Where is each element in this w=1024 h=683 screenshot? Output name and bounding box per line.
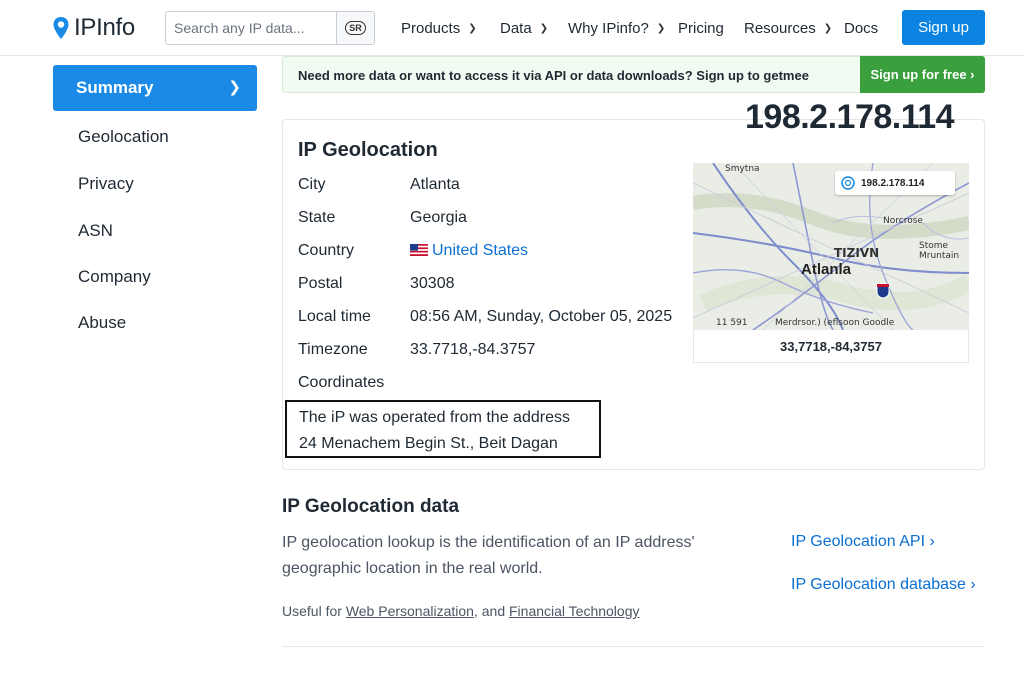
map-coordinates-caption: 33,7718,-84,3757 (693, 330, 969, 363)
useful-prefix: Useful for (282, 603, 346, 619)
address-note-box: The iP was operated from the address 24 … (285, 400, 601, 458)
signup-button[interactable]: Sign up (902, 10, 985, 45)
map-label-tizivn: TIZIVN (834, 246, 880, 260)
financial-technology-link[interactable]: Financial Technology (509, 603, 640, 619)
geolocation-title: IP Geolocation (298, 139, 438, 161)
state-label: State (298, 209, 336, 226)
sidebar-item-privacy[interactable]: Privacy (78, 174, 134, 194)
chevron-right-icon: ❯ (228, 79, 241, 96)
sidebar-item-asn[interactable]: ASN (78, 221, 113, 241)
postal-value: 30308 (410, 275, 455, 292)
search-input[interactable] (166, 12, 336, 44)
nav-why-ipinfo-label: Why IPinfo? (568, 19, 649, 37)
section-divider (282, 646, 985, 647)
map-label-atlanta: Atlanla (801, 261, 852, 278)
sidebar-item-abuse[interactable]: Abuse (78, 313, 126, 333)
ip-marker-icon (841, 176, 855, 190)
map-label-norcrose: Norcrose (883, 216, 923, 226)
highway-shield-icon (876, 283, 890, 299)
map-label-smytna: Smytna (725, 164, 760, 174)
banner-text: Need more data or want to access it via … (298, 68, 809, 83)
sidebar-item-company[interactable]: Company (78, 267, 151, 287)
logo-text: IPInfo (74, 14, 135, 41)
location-pin-icon (53, 17, 69, 39)
map-label-stone-1: Stome (919, 241, 949, 251)
search-button-label: SR (345, 21, 366, 35)
chevron-down-icon: ❯ (468, 22, 477, 34)
useful-mid: , and (473, 603, 509, 619)
signup-promo-banner: Need more data or want to access it via … (282, 56, 985, 93)
us-flag-icon (410, 244, 428, 256)
nav-products[interactable]: Products ❯ (401, 0, 477, 56)
address-note-line-1: The iP was operated from the address (299, 409, 570, 426)
nav-resources[interactable]: Resources ❯ (744, 0, 832, 56)
map-scale: 11 591 (716, 318, 748, 328)
sidebar-item-geolocation[interactable]: Geolocation (78, 127, 169, 147)
nav-pricing-label: Pricing (678, 19, 724, 37)
geolocation-api-link[interactable]: IP Geolocation API › (791, 533, 935, 551)
nav-docs[interactable]: Docs (844, 0, 878, 56)
chevron-down-icon: ❯ (539, 22, 549, 34)
ip-address-heading: 198.2.178.114 (745, 98, 955, 136)
local-time-value: 08:56 AM, Sunday, October 05, 2025 (410, 308, 673, 325)
nav-pricing[interactable]: Pricing (678, 0, 724, 56)
geolocation-data-description: IP geolocation lookup is the identificat… (282, 534, 695, 577)
map-label-stone-2: Mruntain (919, 251, 960, 261)
map-attribution: Merdrsor.) (eflsoon Goodle (775, 318, 895, 328)
city-value: Atlanta (410, 176, 460, 193)
city-label: City (298, 176, 326, 193)
chevron-down-icon: ❯ (823, 22, 833, 34)
nav-products-label: Products (401, 19, 461, 37)
useful-for-text: Useful for Web Personalization, and Fina… (282, 603, 640, 619)
address-note-line-2: 24 Menachem Begin St., Beit Dagan (299, 435, 558, 452)
web-personalization-link[interactable]: Web Personalization (346, 603, 474, 619)
geolocation-database-link[interactable]: IP Geolocation database › (791, 576, 976, 594)
state-value: Georgia (410, 209, 467, 226)
top-navigation-bar: IPInfo SR Products ❯ Data ❯ Why IPinfo? … (0, 0, 1024, 56)
local-time-label: Local time (298, 308, 371, 325)
map-ip-pill: 198.2.178.114 (835, 171, 955, 195)
sidebar-item-summary[interactable]: Summary ❯ (53, 65, 257, 111)
nav-data-label: Data (500, 19, 532, 37)
ipinfo-logo[interactable]: IPInfo (52, 14, 135, 42)
nav-why-ipinfo[interactable]: Why IPinfo? ❯ (568, 0, 665, 56)
coordinates-label: Coordinates (298, 374, 385, 391)
nav-data[interactable]: Data ❯ (500, 0, 548, 56)
signup-free-button[interactable]: Sign up for free › (860, 56, 985, 93)
nav-docs-label: Docs (844, 19, 879, 37)
search-box: SR (165, 11, 375, 45)
sidebar-item-summary-label: Summary (76, 78, 154, 97)
map-pill-ip: 198.2.178.114 (861, 177, 925, 189)
postal-label: Postal (298, 275, 343, 292)
timezone-value: 33.7718,-84.3757 (410, 341, 536, 358)
country-value: United States (410, 242, 528, 260)
chevron-down-icon: ❯ (656, 22, 666, 34)
country-link[interactable]: United States (432, 242, 528, 259)
nav-resources-label: Resources (744, 19, 816, 37)
search-button[interactable]: SR (336, 12, 374, 44)
geolocation-data-title: IP Geolocation data (282, 496, 460, 517)
timezone-label: Timezone (298, 341, 368, 358)
country-label: Country (298, 242, 355, 259)
